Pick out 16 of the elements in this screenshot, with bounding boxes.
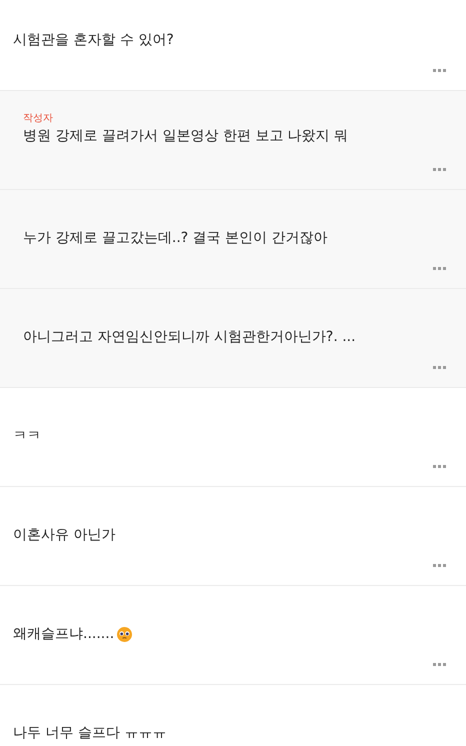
author-tag: 작성자 <box>23 112 53 126</box>
more-icon[interactable] <box>433 465 446 468</box>
comment-text: 시험관을 혼자할 수 있어? <box>13 31 174 50</box>
more-icon[interactable] <box>433 69 446 72</box>
more-icon[interactable] <box>433 267 446 270</box>
more-icon[interactable] <box>433 366 446 369</box>
comment-text: 왜캐슬프냐....... <box>13 625 114 644</box>
comment-text: 아니그러고 자연임신안되니까 시험관한거아닌가?. ... <box>23 328 356 347</box>
more-icon[interactable] <box>433 663 446 666</box>
comment-text: 병원 강제로 끌려가서 일본영상 한편 보고 나왔지 뭐 <box>23 127 348 146</box>
comment-text: 나두 너무 슬프다 ㅠㅠㅠ <box>13 724 166 743</box>
comment-text: 이혼사유 아닌가 <box>13 526 116 545</box>
more-icon[interactable] <box>433 168 446 171</box>
more-icon[interactable] <box>433 564 446 567</box>
comment-text: ㅋㅋ <box>13 427 41 446</box>
comment-text: 누가 강제로 끌고갔는데..? 결국 본인이 간거잖아 <box>23 229 328 248</box>
